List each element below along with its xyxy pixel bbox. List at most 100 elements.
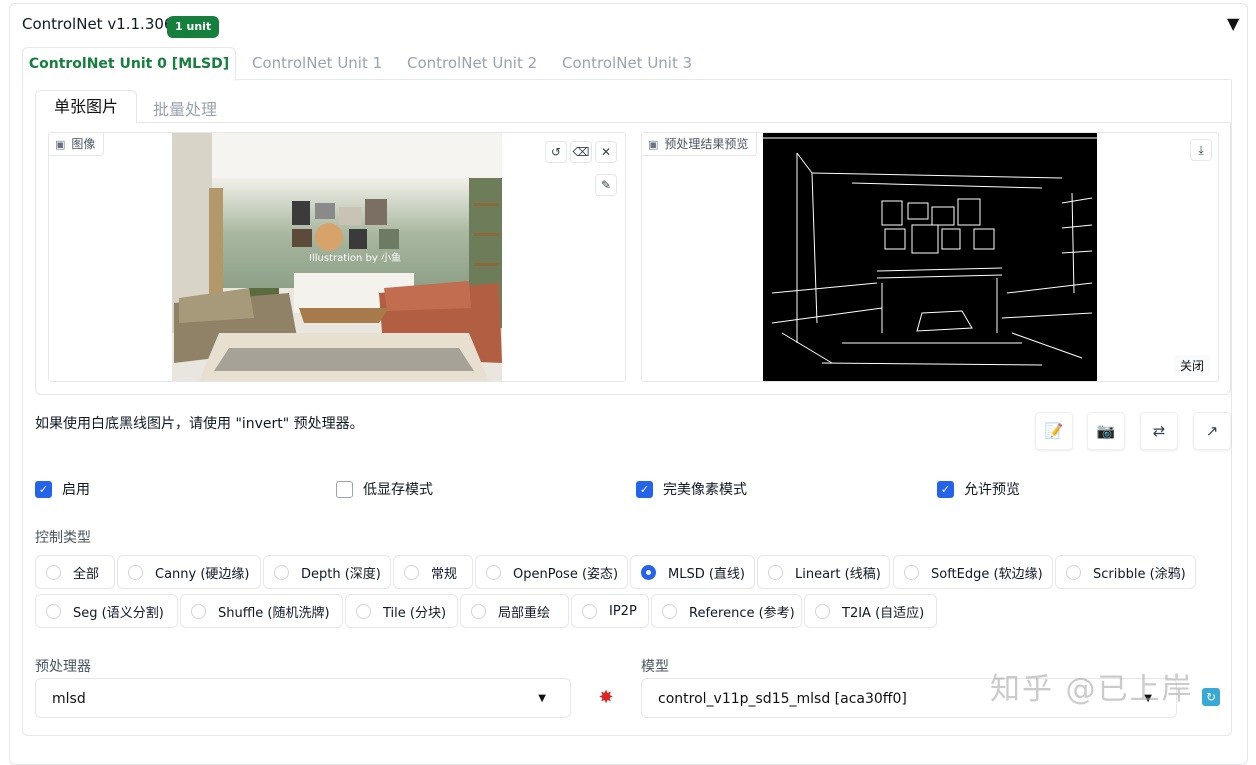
camera-icon[interactable]: 📷 [1087,412,1125,450]
checkbox-enable[interactable]: ✓ 启用 [35,479,90,499]
preview-image-box: ▣ 预处理结果预览 ⤓ 关闭 [641,132,1219,382]
checkbox-allow-preview-label: 允许预览 [964,482,1020,498]
radio-all[interactable]: 全部 [35,555,115,589]
room-photo: Illustration by 小鱼 [172,133,502,381]
checkbox-enable-label: 启用 [62,482,90,498]
preprocessor-value: mlsd [52,691,86,707]
eraser-icon[interactable]: ⌫ [570,141,592,163]
radio-dot[interactable] [486,564,501,580]
input-image-label-text: 图像 [71,137,96,151]
radio-label: 局部重绘 [498,605,551,621]
close-icon[interactable]: ✕ [595,141,617,163]
checkbox-allow-preview[interactable]: ✓ 允许预览 [937,479,1020,499]
tab-single-image[interactable]: 单张图片 [35,90,137,124]
image-icon: ▣ [55,138,66,151]
checkbox-enable-box[interactable]: ✓ [35,480,52,498]
triangle-down-icon[interactable]: ▼ [1227,14,1239,33]
model-label: 模型 [641,659,669,675]
radio-lineart[interactable]: Lineart (线稿) [757,555,890,589]
radio-label: Shuffle (随机洗牌) [218,605,330,621]
radio-reference[interactable]: Reference (参考) [651,594,802,628]
radio-label: IP2P [609,603,637,619]
radio-label: Seg (语义分割) [73,605,164,621]
tab-unit-2[interactable]: ControlNet Unit 2 [407,54,537,72]
preview-image-label: ▣ 预处理结果预览 [642,133,758,156]
checkbox-low-vram[interactable]: 低显存模式 [336,479,433,499]
radio-label: T2IA (自适应) [842,605,925,621]
radio-dot[interactable] [1066,564,1081,580]
radio-depth[interactable]: Depth (深度) [263,555,391,589]
checkbox-pixel-perfect-box[interactable]: ✓ [636,480,653,498]
chevron-down-icon: ▼ [538,693,546,704]
send-icon[interactable]: ↗ [1193,412,1231,450]
mlsd-preview [763,133,1097,381]
radio-dot[interactable] [191,603,206,619]
radio-label: SoftEdge (软边缘) [931,566,1043,582]
radio-label: Lineart (线稿) [795,566,881,582]
unit-count-badge: 1 unit [167,16,220,38]
radio-dot[interactable] [46,564,61,580]
radio-shuffle[interactable]: Shuffle (随机洗牌) [180,594,343,628]
edit-icon[interactable]: 📝 [1035,412,1073,450]
radio-label: Depth (深度) [301,566,381,582]
radio-ip2p[interactable]: IP2P [571,594,649,628]
zhihu-watermark: 知乎 @已上岸 [990,672,1194,707]
radio-label: 常规 [431,566,458,582]
radio-label: Canny (硬边缘) [155,566,250,582]
radio-dot[interactable] [815,603,830,619]
close-preview-button[interactable]: 关闭 [1174,355,1211,376]
radio-mlsd[interactable]: MLSD (直线) [630,555,755,589]
radio-dot[interactable] [404,564,419,580]
radio-openpose[interactable]: OpenPose (姿态) [475,555,628,589]
radio-label: Reference (参考) [689,605,795,621]
tab-unit-1[interactable]: ControlNet Unit 1 [252,54,382,72]
preprocessor-label: 预处理器 [35,659,91,675]
radio-inpaint[interactable]: 局部重绘 [460,594,569,628]
checkbox-pixel-perfect-label: 完美像素模式 [663,482,747,498]
image-icon: ▣ [648,138,659,151]
checkbox-allow-preview-box[interactable]: ✓ [937,480,954,498]
checkbox-pixel-perfect[interactable]: ✓ 完美像素模式 [636,479,747,499]
refresh-icon[interactable]: ↻ [1202,688,1220,706]
radio-tile[interactable]: Tile (分块) [345,594,458,628]
radio-canny[interactable]: Canny (硬边缘) [117,555,261,589]
radio-normal[interactable]: 常规 [393,555,473,589]
radio-dot[interactable] [356,603,371,619]
radio-label: Tile (分块) [383,605,447,621]
invert-hint: 如果使用白底黑线图片，请使用 "invert" 预处理器。 [35,416,364,432]
checkbox-low-vram-box[interactable] [336,480,353,498]
radio-label: Scribble (涂鸦) [1093,566,1186,582]
swap-icon[interactable]: ⇄ [1140,412,1178,450]
radio-dot[interactable] [274,564,289,580]
download-icon[interactable]: ⤓ [1190,139,1212,161]
radio-scribble[interactable]: Scribble (涂鸦) [1055,555,1196,589]
input-image-label: ▣ 图像 [49,133,105,156]
radio-seg[interactable]: Seg (语义分割) [35,594,178,628]
radio-dot[interactable] [46,603,61,619]
tab-unit-3[interactable]: ControlNet Unit 3 [562,54,692,72]
radio-dot[interactable] [582,603,597,619]
radio-label: MLSD (直线) [668,566,745,582]
panel-title: ControlNet v1.1.306 [22,15,174,33]
radio-dot[interactable] [641,564,656,580]
model-value: control_v11p_sd15_mlsd [aca30ff0] [658,691,907,707]
radio-dot[interactable] [662,603,677,619]
radio-softedge[interactable]: SoftEdge (软边缘) [893,555,1053,589]
radio-dot[interactable] [904,564,919,580]
tab-batch[interactable]: 批量处理 [153,96,217,120]
radio-t2ia[interactable]: T2IA (自适应) [804,594,937,628]
preprocessor-select[interactable]: mlsd ▼ [35,678,571,718]
tab-unit-0[interactable]: ControlNet Unit 0 [MLSD] [22,47,236,81]
radio-dot[interactable] [768,564,783,580]
preview-image-label-text: 预处理结果预览 [664,137,749,151]
radio-dot[interactable] [128,564,143,580]
radio-label: OpenPose (姿态) [513,566,619,582]
control-type-label: 控制类型 [35,530,91,546]
undo-icon[interactable]: ↺ [545,141,567,163]
photo-watermark: Illustration by 小鱼 [309,251,401,264]
brush-icon[interactable]: ✎ [595,174,617,196]
input-image-box[interactable]: Illustration by 小鱼 ▣ 图像 ↺ ⌫ ✕ ✎ [48,132,626,382]
run-preprocessor-icon[interactable]: ✸ [591,683,621,713]
radio-dot[interactable] [471,603,486,619]
checkbox-low-vram-label: 低显存模式 [363,482,433,498]
